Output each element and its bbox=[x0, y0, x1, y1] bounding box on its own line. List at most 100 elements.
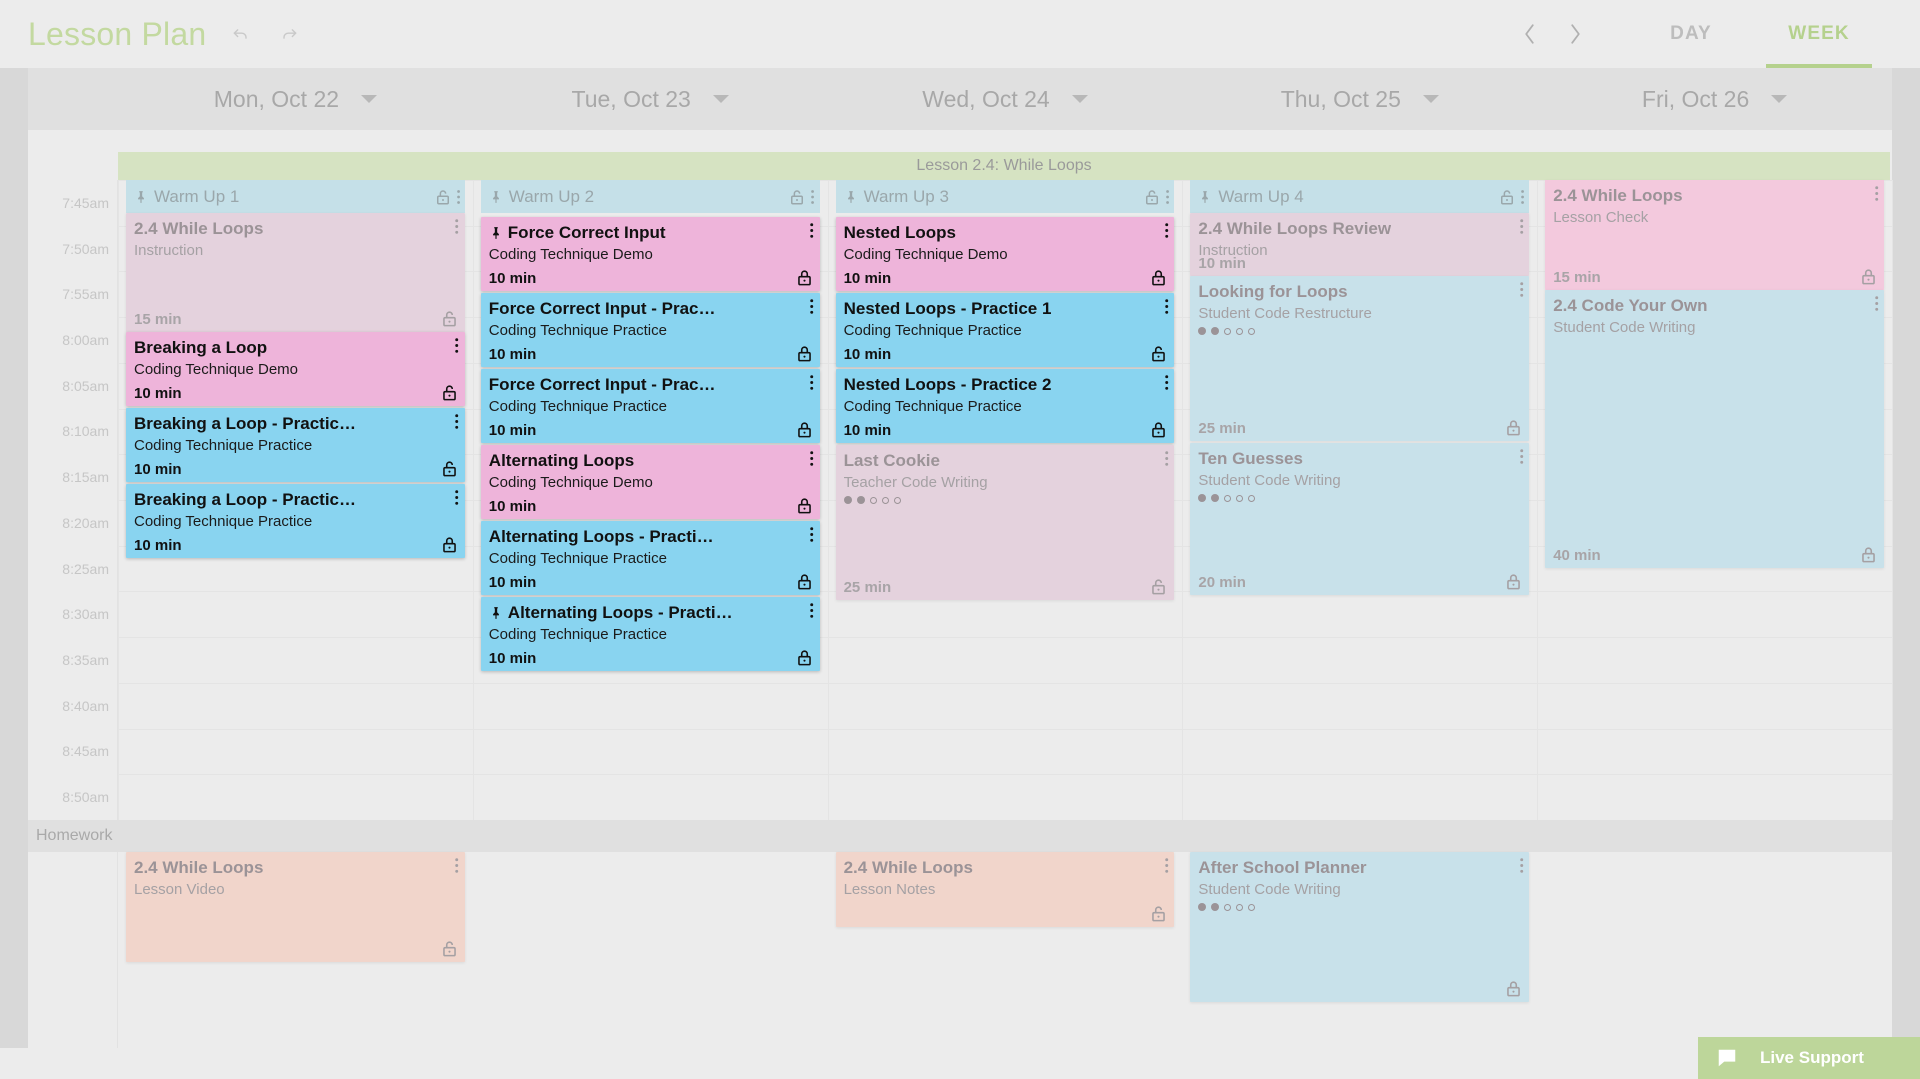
pin-icon[interactable] bbox=[489, 226, 503, 240]
more-options-icon[interactable] bbox=[1874, 185, 1879, 202]
lock-closed-icon[interactable] bbox=[1149, 268, 1168, 287]
lock-open-icon[interactable] bbox=[440, 383, 459, 402]
event-card[interactable]: Alternating LoopsCoding Technique Demo10… bbox=[481, 445, 820, 519]
more-options-icon[interactable] bbox=[454, 337, 459, 354]
more-options-icon[interactable] bbox=[809, 298, 814, 315]
chevron-down-icon[interactable] bbox=[1072, 95, 1088, 103]
lock-open-icon[interactable] bbox=[1149, 577, 1168, 596]
more-options-icon[interactable] bbox=[809, 374, 814, 391]
lock-open-icon[interactable] bbox=[440, 309, 459, 328]
more-options-icon[interactable] bbox=[809, 222, 814, 239]
tab-week[interactable]: WEEK bbox=[1760, 0, 1878, 68]
more-options-icon[interactable] bbox=[810, 189, 815, 205]
warmup-header[interactable]: Warm Up 2 bbox=[481, 180, 820, 213]
event-card[interactable]: 2.4 While LoopsLesson Check15 min bbox=[1545, 180, 1884, 290]
more-options-icon[interactable] bbox=[809, 602, 814, 619]
pin-icon[interactable] bbox=[134, 190, 148, 204]
lock-closed-icon[interactable] bbox=[1504, 979, 1523, 998]
live-support-widget[interactable]: Live Support bbox=[1698, 1037, 1920, 1079]
lock-closed-icon[interactable] bbox=[440, 535, 459, 554]
lesson-banner[interactable]: Lesson 2.4: While Loops bbox=[118, 152, 1890, 180]
more-options-icon[interactable] bbox=[454, 413, 459, 430]
chevron-down-icon[interactable] bbox=[361, 95, 377, 103]
more-options-icon[interactable] bbox=[456, 189, 461, 205]
tab-day[interactable]: DAY bbox=[1632, 0, 1750, 68]
lock-open-icon[interactable] bbox=[1498, 188, 1516, 206]
warmup-header[interactable]: Warm Up 1 bbox=[126, 180, 465, 213]
more-options-icon[interactable] bbox=[809, 450, 814, 467]
event-card[interactable]: Breaking a LoopCoding Technique Demo10 m… bbox=[126, 332, 465, 406]
lock-closed-icon[interactable] bbox=[1149, 420, 1168, 439]
lock-closed-icon[interactable] bbox=[1504, 418, 1523, 437]
warmup-header[interactable]: Warm Up 4 bbox=[1190, 180, 1529, 213]
event-card[interactable]: Nested Loops - Practice 1Coding Techniqu… bbox=[836, 293, 1175, 367]
warmup-header[interactable]: Warm Up 3 bbox=[836, 180, 1175, 213]
event-card[interactable]: Force Correct Input - Prac…Coding Techni… bbox=[481, 293, 820, 367]
more-options-icon[interactable] bbox=[1519, 281, 1524, 298]
lock-open-icon[interactable] bbox=[1143, 188, 1161, 206]
lock-open-icon[interactable] bbox=[440, 459, 459, 478]
lock-closed-icon[interactable] bbox=[795, 420, 814, 439]
more-options-icon[interactable] bbox=[1519, 218, 1524, 235]
day-header-tue[interactable]: Tue, Oct 23 bbox=[473, 68, 828, 130]
more-options-icon[interactable] bbox=[1164, 857, 1169, 874]
event-card[interactable]: 2.4 While LoopsLesson Video bbox=[126, 852, 465, 962]
event-card[interactable]: 2.4 Code Your OwnStudent Code Writing40 … bbox=[1545, 290, 1884, 568]
day-header-wed[interactable]: Wed, Oct 24 bbox=[828, 68, 1183, 130]
event-card[interactable]: Force Correct InputCoding Technique Demo… bbox=[481, 217, 820, 291]
more-options-icon[interactable] bbox=[454, 857, 459, 874]
more-options-icon[interactable] bbox=[1165, 189, 1170, 205]
event-card[interactable]: 2.4 While LoopsInstruction15 min bbox=[126, 213, 465, 332]
chevron-down-icon[interactable] bbox=[1423, 95, 1439, 103]
event-card[interactable]: Last CookieTeacher Code Writing25 min bbox=[836, 445, 1175, 600]
event-card[interactable]: Alternating Loops - Practi…Coding Techni… bbox=[481, 597, 820, 671]
event-card[interactable]: Alternating Loops - Practi…Coding Techni… bbox=[481, 521, 820, 595]
more-options-icon[interactable] bbox=[809, 526, 814, 543]
lock-closed-icon[interactable] bbox=[1859, 545, 1878, 564]
lock-closed-icon[interactable] bbox=[1504, 572, 1523, 591]
day-header-fri[interactable]: Fri, Oct 26 bbox=[1537, 68, 1892, 130]
more-options-icon[interactable] bbox=[1164, 298, 1169, 315]
more-options-icon[interactable] bbox=[1874, 295, 1879, 312]
more-options-icon[interactable] bbox=[454, 218, 459, 235]
pin-icon[interactable] bbox=[1198, 190, 1212, 204]
lock-closed-icon[interactable] bbox=[795, 496, 814, 515]
lock-closed-icon[interactable] bbox=[795, 344, 814, 363]
lock-open-icon[interactable] bbox=[1149, 344, 1168, 363]
chevron-down-icon[interactable] bbox=[1771, 95, 1787, 103]
event-card[interactable]: After School PlannerStudent Code Writing bbox=[1190, 852, 1529, 1002]
event-card[interactable]: Looking for LoopsStudent Code Restructur… bbox=[1190, 276, 1529, 441]
more-options-icon[interactable] bbox=[1164, 222, 1169, 239]
event-card[interactable]: Ten GuessesStudent Code Writing20 min bbox=[1190, 443, 1529, 595]
event-card[interactable]: Nested LoopsCoding Technique Demo10 min bbox=[836, 217, 1175, 291]
pin-icon[interactable] bbox=[489, 606, 503, 620]
day-header-thu[interactable]: Thu, Oct 25 bbox=[1182, 68, 1537, 130]
more-options-icon[interactable] bbox=[1164, 374, 1169, 391]
lock-open-icon[interactable] bbox=[440, 939, 459, 958]
event-card[interactable]: Breaking a Loop - Practic…Coding Techniq… bbox=[126, 408, 465, 482]
pin-icon[interactable] bbox=[844, 190, 858, 204]
event-card[interactable]: 2.4 While LoopsLesson Notes bbox=[836, 852, 1175, 927]
undo-icon[interactable] bbox=[230, 23, 252, 45]
redo-icon[interactable] bbox=[278, 23, 300, 45]
lock-open-icon[interactable] bbox=[434, 188, 452, 206]
lock-closed-icon[interactable] bbox=[795, 572, 814, 591]
more-options-icon[interactable] bbox=[454, 489, 459, 506]
lock-closed-icon[interactable] bbox=[795, 648, 814, 667]
more-options-icon[interactable] bbox=[1519, 448, 1524, 465]
prev-week-arrow-icon[interactable] bbox=[1506, 11, 1552, 57]
chevron-down-icon[interactable] bbox=[713, 95, 729, 103]
event-card[interactable]: 2.4 While Loops ReviewInstruction10 min bbox=[1190, 213, 1529, 276]
more-options-icon[interactable] bbox=[1164, 450, 1169, 467]
more-options-icon[interactable] bbox=[1519, 857, 1524, 874]
lock-closed-icon[interactable] bbox=[795, 268, 814, 287]
pin-icon[interactable] bbox=[489, 190, 503, 204]
next-week-arrow-icon[interactable] bbox=[1552, 11, 1598, 57]
event-card[interactable]: Nested Loops - Practice 2Coding Techniqu… bbox=[836, 369, 1175, 443]
lock-open-icon[interactable] bbox=[1149, 904, 1168, 923]
event-card[interactable]: Force Correct Input - Prac…Coding Techni… bbox=[481, 369, 820, 443]
day-header-mon[interactable]: Mon, Oct 22 bbox=[118, 68, 473, 130]
more-options-icon[interactable] bbox=[1520, 189, 1525, 205]
event-card[interactable]: Breaking a Loop - Practic…Coding Techniq… bbox=[126, 484, 465, 558]
lock-closed-icon[interactable] bbox=[1859, 267, 1878, 286]
